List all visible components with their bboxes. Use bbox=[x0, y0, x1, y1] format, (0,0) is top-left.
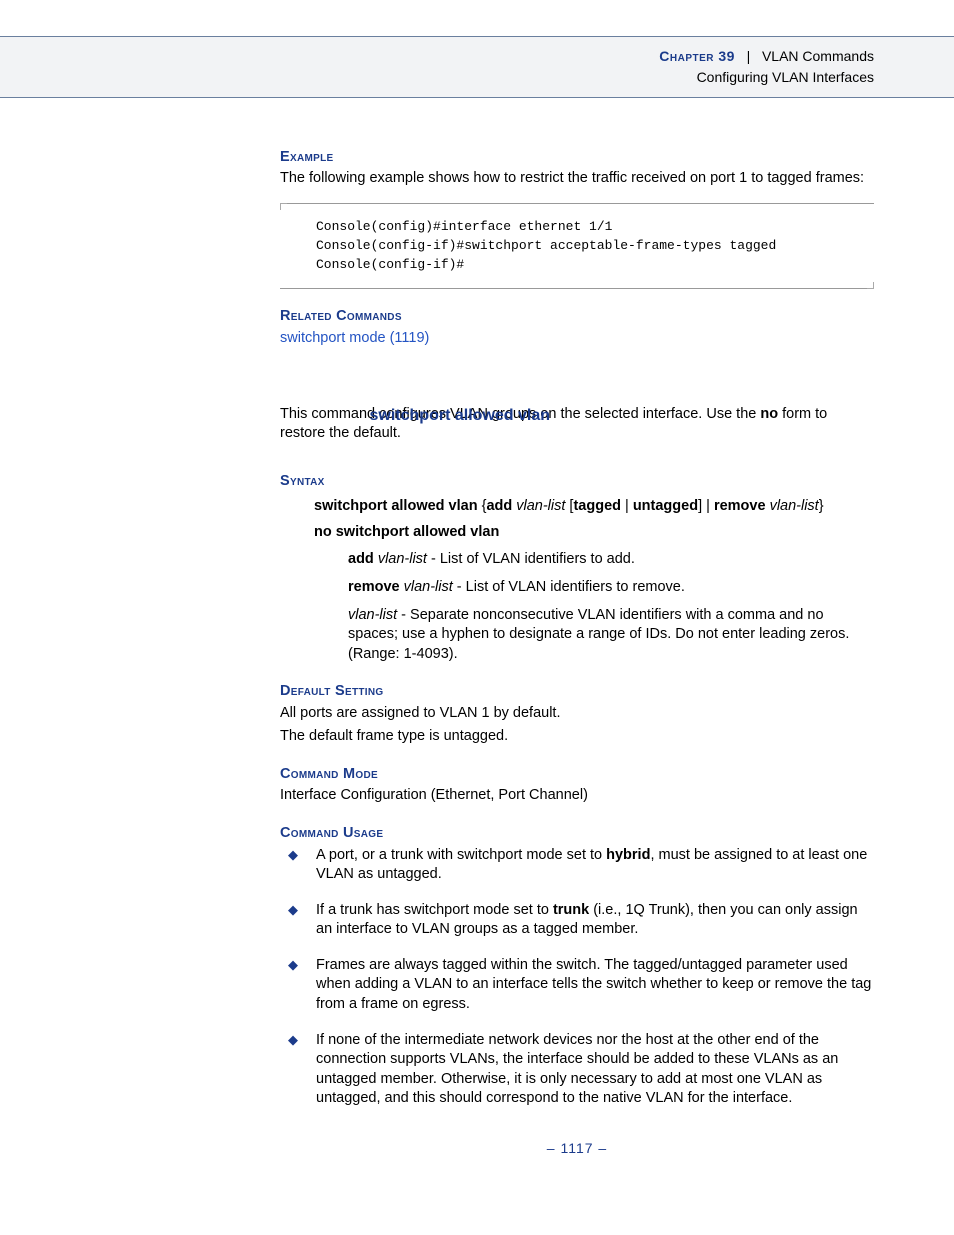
param-remove-name: remove bbox=[348, 579, 400, 595]
page-header: Chapter 39 | VLAN Commands Configuring V… bbox=[0, 36, 954, 98]
related-command-link[interactable]: switchport mode (1119) bbox=[280, 330, 429, 346]
header-line-1: Chapter 39 | VLAN Commands bbox=[0, 47, 874, 66]
usage2-a: If a trunk has switchport mode set to bbox=[316, 902, 553, 918]
param-vlanlist-desc: - Separate nonconsecutive VLAN identifie… bbox=[348, 607, 849, 662]
usage-list: A port, or a trunk with switchport mode … bbox=[280, 846, 874, 1109]
usage-item-4: If none of the intermediate network devi… bbox=[280, 1031, 874, 1109]
syntax-add: add bbox=[486, 498, 512, 514]
syntax-brace-close: } bbox=[819, 498, 824, 514]
syntax-tagged: tagged bbox=[573, 498, 621, 514]
usage1-a: A port, or a trunk with switchport mode … bbox=[316, 847, 606, 863]
desc-bold-no: no bbox=[760, 406, 778, 422]
default-setting-heading: Default Setting bbox=[280, 682, 874, 702]
related-commands-heading: Related Commands bbox=[280, 307, 874, 327]
usage-item-2: If a trunk has switchport mode set to tr… bbox=[280, 901, 874, 940]
header-subtitle: Configuring VLAN Interfaces bbox=[0, 68, 874, 87]
syntax-bracket-close: ] | bbox=[698, 498, 714, 514]
page-number: – 1117 – bbox=[280, 1139, 874, 1158]
command-mode-heading: Command Mode bbox=[280, 765, 874, 785]
chapter-title: VLAN Commands bbox=[762, 48, 874, 64]
syntax-untagged: untagged bbox=[633, 498, 698, 514]
example-heading: Example bbox=[280, 148, 874, 168]
syntax-pipe: | bbox=[621, 498, 633, 514]
header-separator: | bbox=[739, 48, 758, 64]
page-content: Example The following example shows how … bbox=[0, 98, 954, 1198]
syntax-cmd: switchport allowed vlan bbox=[314, 498, 478, 514]
usage-item-3: Frames are always tagged within the swit… bbox=[280, 956, 874, 1015]
default-text-1: All ports are assigned to VLAN 1 by defa… bbox=[280, 704, 874, 724]
param-vlanlist-arg: vlan-list bbox=[348, 607, 397, 623]
param-remove-desc: - List of VLAN identifiers to remove. bbox=[453, 579, 685, 595]
param-vlanlist: vlan-list - Separate nonconsecutive VLAN… bbox=[348, 606, 874, 665]
syntax-remove: remove bbox=[714, 498, 766, 514]
param-remove-arg: vlan-list bbox=[404, 579, 453, 595]
syntax-vlanlist1: vlan-list bbox=[516, 498, 565, 514]
param-add-desc: - List of VLAN identifiers to add. bbox=[427, 551, 635, 567]
param-add: add vlan-list - List of VLAN identifiers… bbox=[348, 550, 874, 570]
command-switchport-allowed-vlan: switchport allowed vlan This command con… bbox=[280, 405, 874, 1109]
command-mode-text: Interface Configuration (Ethernet, Port … bbox=[280, 786, 874, 806]
param-add-name: add bbox=[348, 551, 374, 567]
usage-item-1: A port, or a trunk with switchport mode … bbox=[280, 846, 874, 885]
command-name-sidehead: switchport allowed vlan bbox=[280, 405, 550, 427]
command-usage-heading: Command Usage bbox=[280, 824, 874, 844]
param-add-arg: vlan-list bbox=[378, 551, 427, 567]
usage1-b: hybrid bbox=[606, 847, 650, 863]
syntax-heading: Syntax bbox=[280, 472, 874, 492]
default-text-2: The default frame type is untagged. bbox=[280, 727, 874, 747]
example-description: The following example shows how to restr… bbox=[280, 169, 874, 189]
param-remove: remove vlan-list - List of VLAN identifi… bbox=[348, 578, 874, 598]
usage2-b: trunk bbox=[553, 902, 589, 918]
code-example: Console(config)#interface ethernet 1/1 C… bbox=[280, 203, 874, 290]
syntax-line-2: no switchport allowed vlan bbox=[314, 523, 874, 543]
syntax-vlanlist2: vlan-list bbox=[770, 498, 819, 514]
chapter-label: Chapter 39 bbox=[659, 48, 735, 64]
syntax-line-1: switchport allowed vlan {add vlan-list [… bbox=[314, 497, 874, 517]
